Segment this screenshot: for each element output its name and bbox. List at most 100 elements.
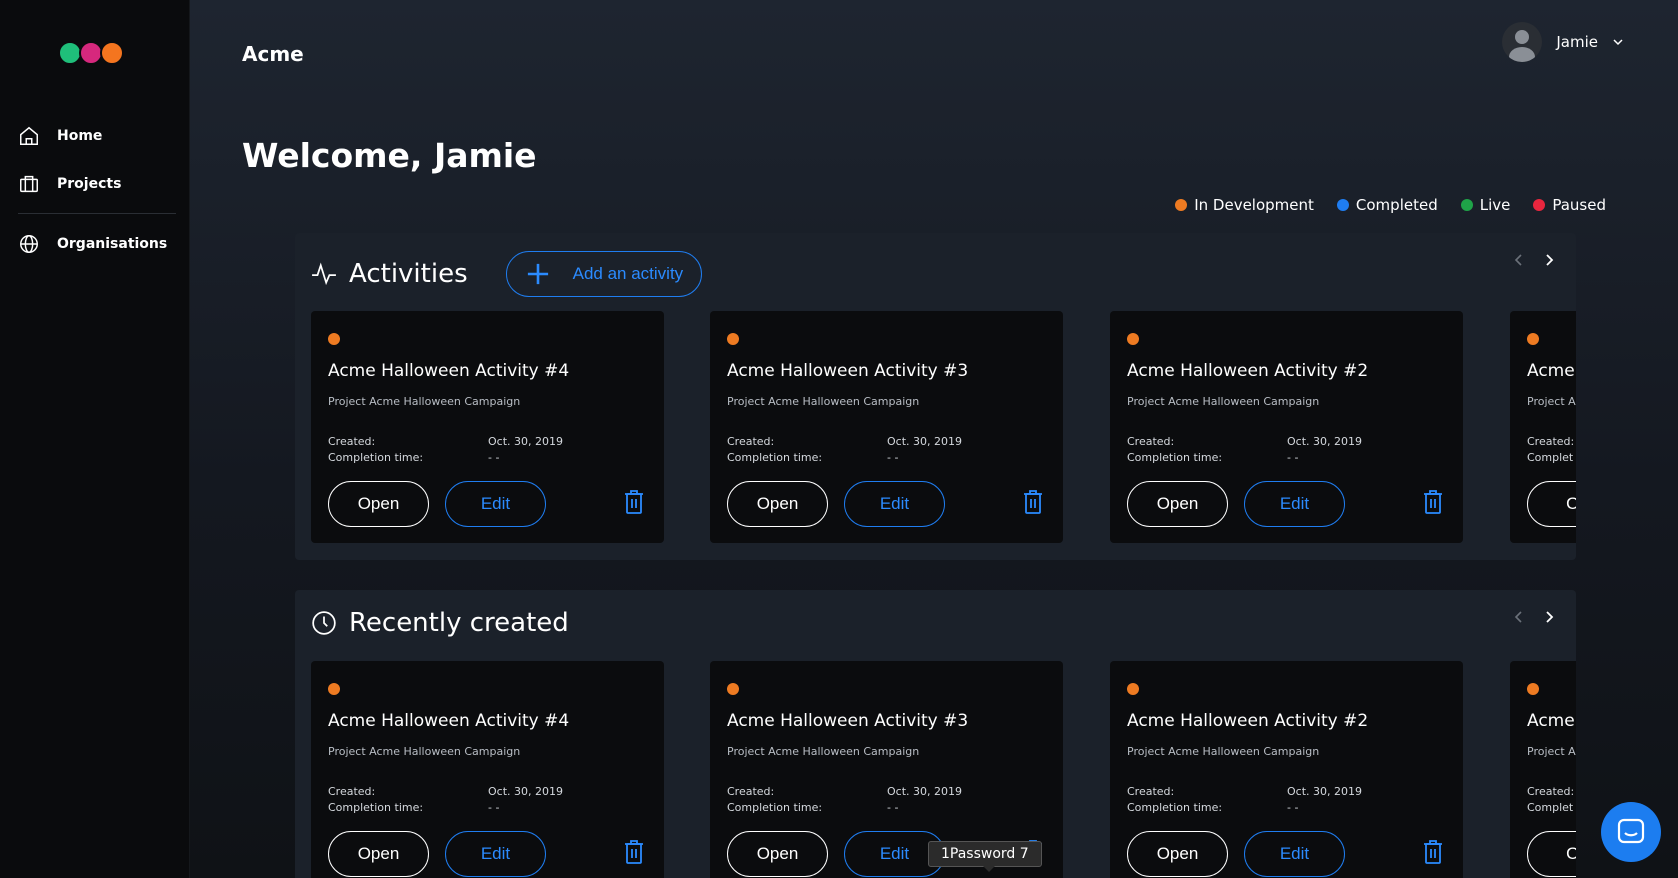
completion-value: - - (1287, 451, 1299, 464)
legend-label: Paused (1552, 196, 1606, 214)
completion-label: Completion time: (328, 451, 424, 464)
card-project: Project Acme Halloween Campaign (727, 745, 920, 758)
card-title: Acme Halloween Activity #2 (1127, 361, 1369, 381)
sidebar-item-projects[interactable]: Projects (18, 160, 176, 208)
open-button[interactable]: Open (1127, 831, 1228, 877)
card-project: Project Acme Halloween Campaign (328, 745, 521, 758)
card-meta-labels: Created: Completion time: (1127, 434, 1222, 466)
chevron-left-icon[interactable] (1512, 253, 1526, 267)
chevron-left-icon[interactable] (1512, 610, 1526, 624)
created-value: Oct. 30, 2019 (1287, 435, 1362, 448)
card-title: Acme Halloween Activity #3 (727, 361, 969, 381)
status-dot (1533, 199, 1546, 211)
card-meta-labels: Created: Complet (1527, 784, 1574, 816)
completion-label: Completion time: (727, 451, 823, 464)
edit-button[interactable]: Edit (445, 481, 546, 527)
card-meta-labels: Created: Completion time: (727, 784, 822, 816)
chevron-right-icon[interactable] (1542, 253, 1556, 267)
edit-button[interactable]: Edit (844, 481, 945, 527)
briefcase-icon (20, 175, 38, 193)
completion-value: - - (887, 451, 899, 464)
card-meta-labels: Created: Complet (1527, 434, 1574, 466)
activity-card[interactable]: Acme Project A Created: Complet Op (1510, 661, 1576, 878)
completion-label: Completion time: (1127, 801, 1223, 814)
completion-value: - - (488, 801, 500, 814)
trash-icon[interactable] (623, 489, 645, 515)
status-dot (1527, 333, 1539, 345)
user-menu[interactable]: Jamie (1502, 22, 1624, 62)
created-label: Created: (328, 435, 376, 448)
card-meta-values: Oct. 30, 2019 - - (1287, 434, 1362, 466)
completion-label: Completion time: (1127, 451, 1223, 464)
created-value: Oct. 30, 2019 (488, 785, 563, 798)
status-dot (1336, 199, 1349, 211)
created-value: Oct. 30, 2019 (488, 435, 563, 448)
activity-card[interactable]: Acme Halloween Activity #2 Project Acme … (1110, 661, 1463, 878)
plus-icon (527, 263, 548, 285)
globe-icon (20, 235, 38, 253)
activity-card[interactable]: Acme Halloween Activity #4 Project Acme … (311, 311, 664, 543)
activity-card[interactable]: Acme Halloween Activity #4 Project Acme … (311, 661, 664, 878)
activities-header: Activities Add an activity (311, 251, 703, 297)
open-button[interactable]: Open (1127, 481, 1228, 527)
completion-label: Completion time: (727, 801, 823, 814)
completion-value: - - (887, 801, 899, 814)
status-dot (1127, 683, 1139, 695)
trash-icon[interactable] (623, 839, 645, 865)
created-value: Oct. 30, 2019 (887, 435, 962, 448)
card-meta-values: Oct. 30, 2019 - - (887, 434, 962, 466)
status-dot (1127, 333, 1139, 345)
open-button[interactable]: Op (1527, 481, 1576, 527)
activity-card[interactable]: Acme Project A Created: Complet Op (1510, 311, 1576, 543)
completion-label: Complet (1527, 451, 1574, 464)
edit-button[interactable]: Edit (1244, 831, 1345, 877)
sidebar-item-label: Organisations (57, 236, 168, 252)
edit-button[interactable]: Edit (445, 831, 546, 877)
created-value: Oct. 30, 2019 (1287, 785, 1362, 798)
legend-item-live: Live (1460, 196, 1510, 214)
open-button[interactable]: Open (328, 831, 429, 877)
open-button[interactable]: Open (328, 481, 429, 527)
open-button[interactable]: Open (727, 481, 828, 527)
created-label: Created: (727, 435, 775, 448)
status-dot (328, 683, 340, 695)
recently-created-panel: Recently created Acme Halloween Activity… (295, 590, 1576, 878)
status-dot (1175, 199, 1188, 211)
recently-created-header: Recently created (311, 608, 569, 638)
trash-icon[interactable] (1422, 489, 1444, 515)
add-activity-button[interactable]: Add an activity (505, 251, 703, 297)
created-label: Created: (1127, 785, 1175, 798)
card-project: Project Acme Halloween Campaign (727, 395, 920, 408)
chevron-right-icon[interactable] (1542, 610, 1556, 624)
open-button[interactable]: Op (1527, 831, 1576, 877)
legend-item-completed: Completed (1336, 196, 1438, 214)
status-dot (727, 683, 739, 695)
status-legend: In Development Completed Live Paused (1175, 196, 1606, 214)
activity-card[interactable]: Acme Halloween Activity #3 Project Acme … (710, 311, 1063, 543)
status-dot (1527, 683, 1539, 695)
page-title: Welcome, Jamie (242, 136, 537, 175)
completion-label: Completion time: (328, 801, 424, 814)
card-meta-labels: Created: Completion time: (328, 434, 423, 466)
sidebar-item-organisations[interactable]: Organisations (18, 220, 176, 268)
legend-item-paused: Paused (1533, 196, 1606, 214)
status-dot (727, 333, 739, 345)
chat-icon (1617, 818, 1645, 844)
card-title: Acme Halloween Activity #4 (328, 361, 570, 381)
sidebar-item-home[interactable]: Home (18, 112, 176, 160)
card-title: Acme (1527, 711, 1575, 731)
edit-button[interactable]: Edit (1244, 481, 1345, 527)
card-title: Acme Halloween Activity #3 (727, 711, 969, 731)
card-project: Project Acme Halloween Campaign (1127, 745, 1320, 758)
chat-launcher-button[interactable] (1601, 802, 1661, 862)
activity-card[interactable]: Acme Halloween Activity #2 Project Acme … (1110, 311, 1463, 543)
completion-value: - - (488, 451, 500, 464)
card-meta-values: Oct. 30, 2019 - - (488, 434, 563, 466)
main-content: Acme Jamie Welcome, Jamie In Development… (190, 0, 1678, 878)
trash-icon[interactable] (1022, 489, 1044, 515)
app-logo[interactable] (58, 41, 124, 65)
created-label: Created: (1527, 785, 1575, 798)
card-title: Acme Halloween Activity #2 (1127, 711, 1369, 731)
trash-icon[interactable] (1422, 839, 1444, 865)
open-button[interactable]: Open (727, 831, 828, 877)
